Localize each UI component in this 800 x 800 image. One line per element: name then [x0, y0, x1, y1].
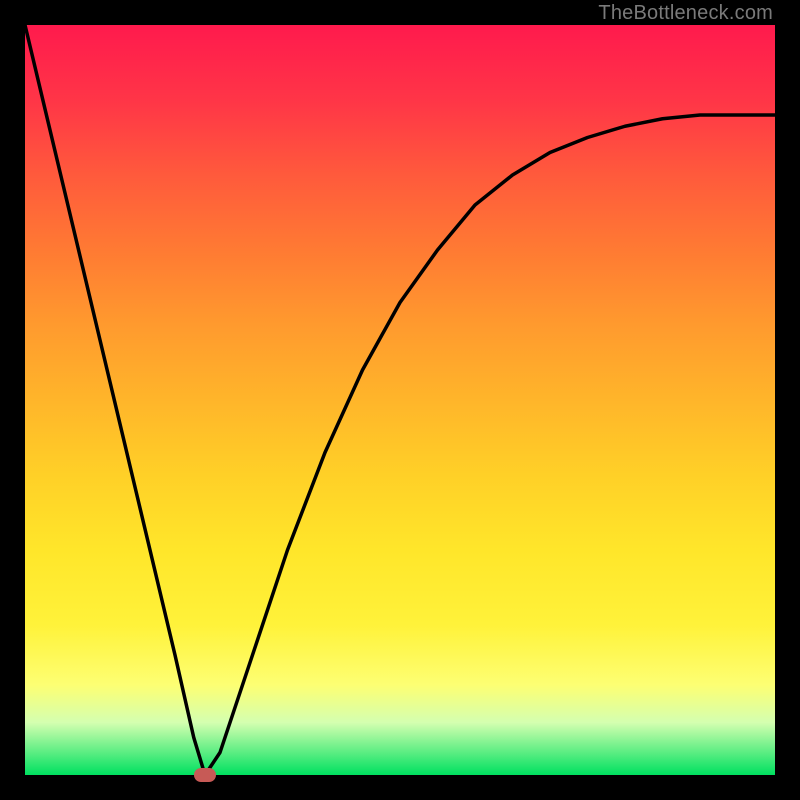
chart-frame: TheBottleneck.com — [0, 0, 800, 800]
minimum-marker — [194, 768, 216, 782]
plot-area — [25, 25, 775, 775]
bottleneck-curve — [25, 25, 775, 775]
attribution-label: TheBottleneck.com — [598, 2, 773, 25]
